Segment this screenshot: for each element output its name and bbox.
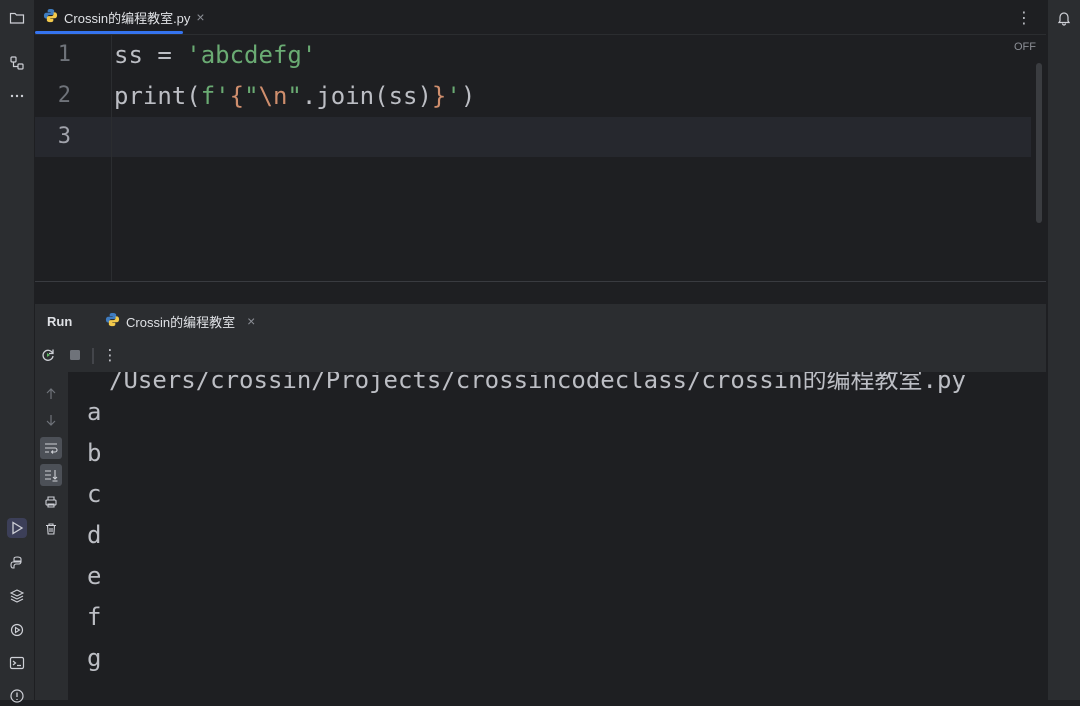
code-token: } <box>431 82 447 110</box>
console-output-line: e <box>87 562 102 590</box>
run-console-output[interactable]: /Users/crossin/Projects/crossincodeclass… <box>69 372 1046 700</box>
code-token: ss = <box>114 41 187 69</box>
close-icon[interactable]: × <box>247 313 255 329</box>
code-token: f' <box>200 82 230 110</box>
run-side-toolbar <box>35 372 68 700</box>
code-line[interactable]: print(f'{"\n".join(ss)}') <box>114 82 475 110</box>
run-toolbar: ⋮ <box>35 338 1046 373</box>
python-icon <box>105 312 120 330</box>
console-command-path: /Users/crossin/Projects/crossincodeclass… <box>109 372 966 394</box>
console-output-line: g <box>87 644 102 672</box>
run-panel-header: Run Crossin的编程教室 × <box>35 304 1046 338</box>
problems-icon[interactable] <box>7 686 27 706</box>
rerun-icon[interactable] <box>39 346 57 364</box>
python-console-icon[interactable] <box>7 553 27 573</box>
run-config-tab[interactable]: Crossin的编程教室 × <box>99 304 261 338</box>
code-token: .join(ss) <box>301 82 432 110</box>
arrow-up-icon[interactable] <box>40 383 62 405</box>
line-number: 2 <box>57 83 71 108</box>
line-number-gutter: 1 2 3 <box>35 35 112 281</box>
right-tool-strip <box>1047 0 1080 700</box>
folder-icon[interactable] <box>7 8 27 28</box>
code-token: " <box>244 82 259 110</box>
run-icon[interactable] <box>7 518 27 538</box>
editor-scrollbar[interactable] <box>1036 63 1042 223</box>
stop-icon[interactable] <box>66 346 84 364</box>
line-number: 1 <box>57 42 71 67</box>
line-number: 3 <box>57 124 71 149</box>
code-token: { <box>229 82 245 110</box>
code-token: ) <box>460 82 476 110</box>
console-output-line: c <box>87 480 102 508</box>
code-line[interactable]: ss = 'abcdefg' <box>114 41 316 69</box>
arrow-down-icon[interactable] <box>40 409 62 431</box>
run-panel-title: Run <box>47 314 73 329</box>
current-line-highlight <box>35 117 1031 157</box>
code-token: print( <box>114 82 201 110</box>
scroll-to-end-icon[interactable] <box>40 464 62 486</box>
tab-more-menu-icon[interactable]: ⋮ <box>1016 8 1032 28</box>
close-icon[interactable]: × <box>196 9 204 25</box>
code-token: \n <box>258 82 288 110</box>
inspection-status-label[interactable]: OFF <box>1014 41 1036 53</box>
code-token: " <box>287 82 302 110</box>
console-output-line: d <box>87 521 102 549</box>
editor-tab-bar: Crossin的编程教室.py × ⋮ <box>35 0 1046 35</box>
code-token: ' <box>446 82 461 110</box>
panel-splitter[interactable] <box>35 281 1046 304</box>
left-tool-strip <box>0 0 35 703</box>
toolbar-separator <box>92 348 94 364</box>
python-icon <box>43 8 58 26</box>
console-output-line: f <box>87 603 102 631</box>
structure-icon[interactable] <box>7 53 27 73</box>
code-token: 'abcdefg' <box>186 41 317 69</box>
more-icon[interactable]: ⋮ <box>101 346 119 364</box>
console-output-line: b <box>87 439 102 467</box>
trash-icon[interactable] <box>40 518 62 540</box>
terminal-icon[interactable] <box>7 653 27 673</box>
soft-wrap-icon[interactable] <box>40 437 62 459</box>
services-icon[interactable] <box>7 620 27 640</box>
editor-tab[interactable]: Crossin的编程教室.py × <box>35 0 213 34</box>
more-icon[interactable] <box>7 86 27 106</box>
editor-tab-title: Crossin的编程教室.py <box>64 10 191 26</box>
notifications-icon[interactable] <box>1054 8 1074 28</box>
run-tab-label: Crossin的编程教室 <box>126 314 236 330</box>
code-editor[interactable]: 1 2 3 ss = 'abcdefg' print(f'{"\n".join(… <box>35 35 1046 281</box>
active-tab-indicator <box>35 31 183 34</box>
console-output-line: a <box>87 398 102 426</box>
print-icon[interactable] <box>40 491 62 513</box>
layers-icon[interactable] <box>7 586 27 606</box>
